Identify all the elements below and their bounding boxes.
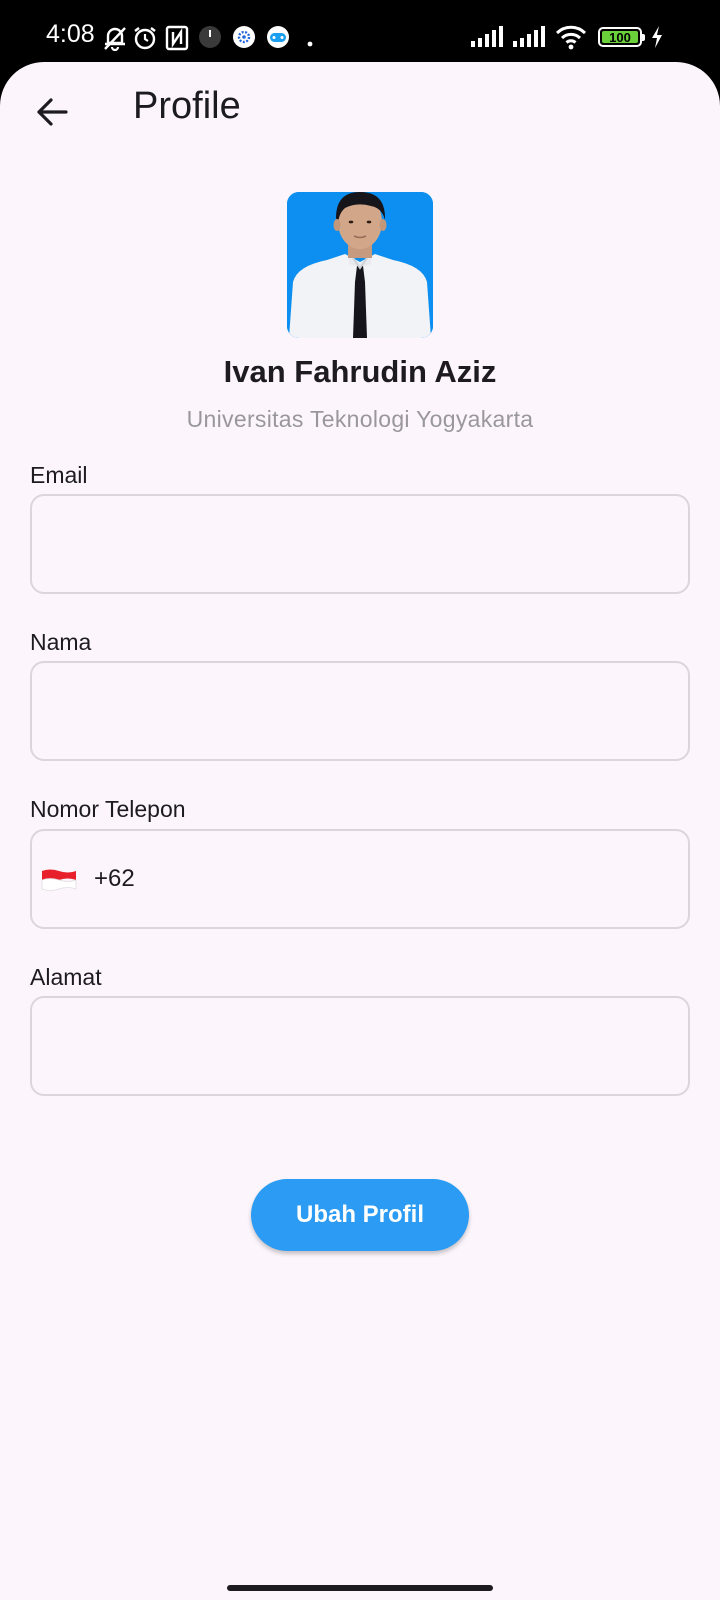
settings-app-icon bbox=[232, 25, 256, 54]
wifi-icon bbox=[555, 24, 587, 55]
battery-icon: 100 bbox=[598, 27, 645, 47]
phone-label: Nomor Telepon bbox=[30, 796, 186, 822]
back-button[interactable] bbox=[26, 86, 78, 138]
indonesia-flag-icon[interactable] bbox=[40, 867, 78, 893]
profile-photo bbox=[287, 192, 433, 338]
battery-level: 100 bbox=[602, 31, 638, 44]
signal-1-icon bbox=[470, 26, 504, 53]
mute-bell-icon bbox=[102, 25, 128, 56]
alamat-label: Alamat bbox=[30, 964, 102, 990]
profile-university: Universitas Teknologi Yogyakarta bbox=[186, 406, 534, 432]
game-app-icon bbox=[265, 25, 291, 54]
status-time: 4:08 bbox=[46, 20, 95, 48]
clock-app-icon bbox=[198, 25, 222, 54]
phone-field[interactable]: +62 bbox=[30, 829, 690, 929]
profile-screen: Profile Ivan Fahrudin Aziz Universitas T… bbox=[0, 62, 720, 1600]
phone-country-code[interactable]: +62 bbox=[94, 865, 135, 893]
app-bar: Profile bbox=[0, 62, 720, 162]
nama-field[interactable] bbox=[30, 661, 690, 761]
profile-name: Ivan Fahrudin Aziz bbox=[223, 354, 497, 389]
nama-label: Nama bbox=[30, 629, 92, 655]
update-profile-button[interactable]: Ubah Profil bbox=[251, 1179, 469, 1251]
alamat-field[interactable] bbox=[30, 996, 690, 1096]
signal-2-icon bbox=[512, 26, 546, 53]
status-bar: 4:08 100 bbox=[0, 0, 720, 62]
email-field[interactable] bbox=[30, 494, 690, 594]
nfc-icon bbox=[165, 25, 189, 56]
alarm-icon bbox=[132, 25, 158, 56]
email-label: Email bbox=[30, 462, 88, 488]
arrow-back-icon bbox=[37, 98, 68, 126]
home-indicator[interactable] bbox=[227, 1585, 493, 1591]
status-system-icons: 100 bbox=[460, 22, 720, 52]
page-title: Profile bbox=[133, 85, 241, 127]
charging-icon bbox=[650, 25, 664, 54]
dot-icon bbox=[307, 34, 313, 52]
